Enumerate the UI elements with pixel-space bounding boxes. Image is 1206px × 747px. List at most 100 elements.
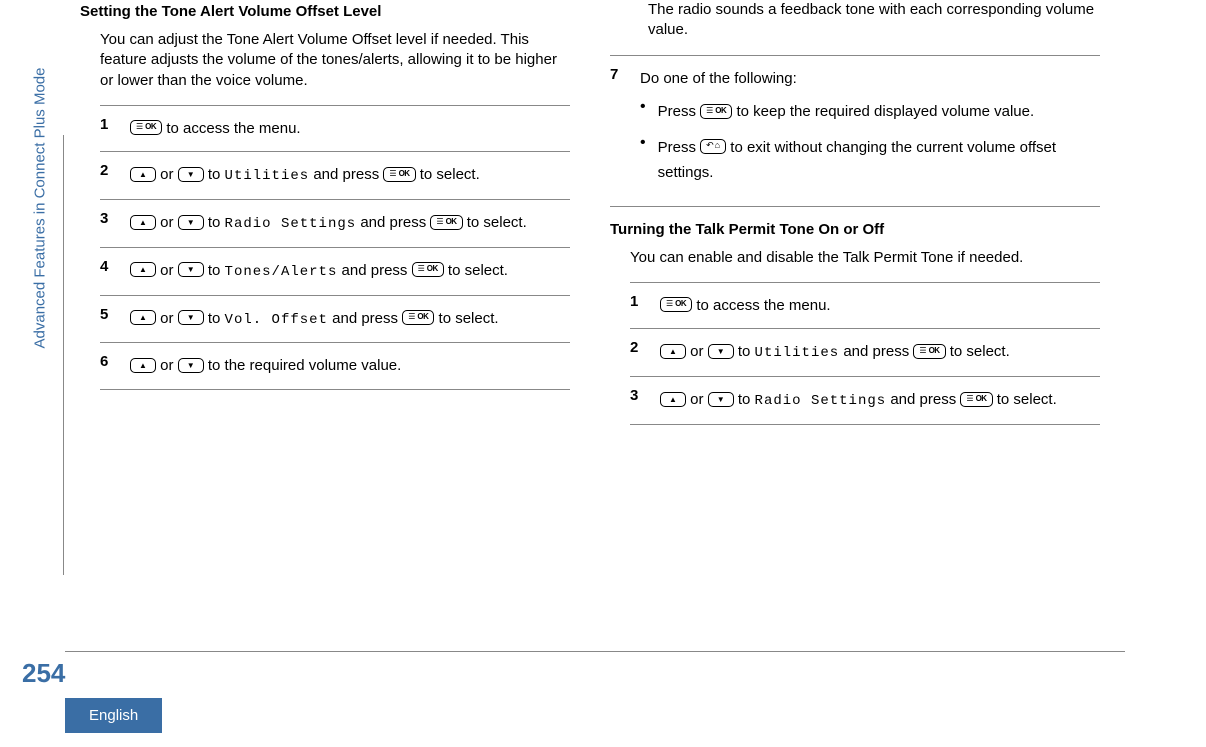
step-1: 1 to access the menu. <box>100 105 570 153</box>
step-body: to access the menu. <box>660 293 1100 319</box>
text-and-press: and press <box>356 214 430 231</box>
step-number: 2 <box>630 339 646 366</box>
step-tail: to the required volume value. <box>204 357 402 374</box>
bullet-list: • Press to keep the required displayed v… <box>640 99 1100 186</box>
page-number: 254 <box>22 658 65 689</box>
step-number: 6 <box>100 353 116 379</box>
text-to-select: to select. <box>434 310 498 327</box>
down-arrow-icon <box>178 167 204 182</box>
sidebar-chapter-label: Advanced Features in Connect Plus Mode <box>32 68 49 349</box>
step-text: to access the menu. <box>692 297 830 314</box>
step-number: 7 <box>610 66 626 196</box>
step-number: 3 <box>630 387 646 414</box>
sidebar-divider-line <box>63 135 64 575</box>
step-body: or to the required volume value. <box>130 353 570 379</box>
text-or: or <box>156 310 178 327</box>
step-3: 3 or to Radio Settings and press to sele… <box>630 377 1100 425</box>
step-list-right-bottom: 1 to access the menu. 2 or to Utilities … <box>630 282 1100 425</box>
text-and-press: and press <box>839 343 913 360</box>
bullet-dot-icon: • <box>640 135 646 186</box>
back-home-icon <box>700 139 726 154</box>
step-number: 3 <box>100 210 116 237</box>
bullet-item: • Press to exit without changing the cur… <box>640 135 1100 186</box>
step-2: 2 or to Utilities and press to select. <box>630 329 1100 377</box>
menu-ok-icon <box>130 120 162 135</box>
step-body: to access the menu. <box>130 116 570 142</box>
up-arrow-icon <box>660 392 686 407</box>
step-number: 5 <box>100 306 116 333</box>
intro-text: You can adjust the Tone Alert Volume Off… <box>100 30 570 91</box>
step-7: 7 Do one of the following: • Press to ke… <box>610 55 1100 207</box>
down-arrow-icon <box>178 262 204 277</box>
menu-ok-icon <box>913 344 945 359</box>
up-arrow-icon <box>130 262 156 277</box>
menu-ok-icon <box>412 262 444 277</box>
step-6: 6 or to the required volume value. <box>100 343 570 390</box>
menu-name: Utilities <box>755 345 840 361</box>
step-body: or to Utilities and press to select. <box>660 339 1100 366</box>
down-arrow-icon <box>708 344 734 359</box>
bullet-item: • Press to keep the required displayed v… <box>640 99 1100 125</box>
down-arrow-icon <box>178 310 204 325</box>
menu-ok-icon <box>700 104 732 119</box>
down-arrow-icon <box>708 392 734 407</box>
bullet-body: Press to exit without changing the curre… <box>658 135 1100 186</box>
step-body: or to Utilities and press to select. <box>130 162 570 189</box>
step-text: to access the menu. <box>162 120 300 137</box>
step-body: or to Radio Settings and press to select… <box>130 210 570 237</box>
up-arrow-icon <box>130 310 156 325</box>
text-or: or <box>156 166 178 183</box>
menu-name: Utilities <box>225 168 310 184</box>
up-arrow-icon <box>130 215 156 230</box>
down-arrow-icon <box>178 215 204 230</box>
up-arrow-icon <box>660 344 686 359</box>
text-or: or <box>156 262 178 279</box>
menu-name: Vol. Offset <box>225 312 328 328</box>
text-to-select: to select. <box>416 166 480 183</box>
text-and-press: and press <box>337 262 411 279</box>
step-body: or to Radio Settings and press to select… <box>660 387 1100 414</box>
left-column: Setting the Tone Alert Volume Offset Lev… <box>80 0 570 747</box>
text-to-select: to select. <box>946 343 1010 360</box>
text-and-press: and press <box>309 166 383 183</box>
step-1: 1 to access the menu. <box>630 282 1100 330</box>
text-and-press: and press <box>886 391 960 408</box>
step-number: 4 <box>100 258 116 285</box>
footer-rule <box>65 651 1125 652</box>
text-or: or <box>686 343 708 360</box>
bullet-body: Press to keep the required displayed vol… <box>658 99 1100 125</box>
section-title-talk-permit: Turning the Talk Permit Tone On or Off <box>610 221 1100 238</box>
text-to: to <box>204 262 225 279</box>
text-to-select: to select. <box>444 262 508 279</box>
menu-ok-icon <box>383 167 415 182</box>
right-column: The radio sounds a feedback tone with ea… <box>610 0 1100 747</box>
step-4: 4 or to Tones/Alerts and press to select… <box>100 248 570 296</box>
language-tab: English <box>65 698 162 733</box>
menu-name: Radio Settings <box>225 216 357 232</box>
step-body: or to Vol. Offset and press to select. <box>130 306 570 333</box>
sidebar: Advanced Features in Connect Plus Mode <box>0 0 80 747</box>
step-3: 3 or to Radio Settings and press to sele… <box>100 200 570 248</box>
text-to-select: to select. <box>993 391 1057 408</box>
menu-ok-icon <box>430 215 462 230</box>
bullet-tail: to keep the required displayed volume va… <box>732 103 1034 120</box>
text-press: Press <box>658 103 701 120</box>
text-or: or <box>686 391 708 408</box>
main-content: Setting the Tone Alert Volume Offset Lev… <box>80 0 1206 747</box>
step7-intro: Do one of the following: <box>640 70 797 87</box>
up-arrow-icon <box>130 358 156 373</box>
text-press: Press <box>658 139 701 156</box>
feedback-text: The radio sounds a feedback tone with ea… <box>648 0 1100 41</box>
section-title-volume-offset: Setting the Tone Alert Volume Offset Lev… <box>80 3 570 20</box>
text-to: to <box>204 166 225 183</box>
bullet-dot-icon: • <box>640 99 646 125</box>
text-or: or <box>156 357 178 374</box>
step-5: 5 or to Vol. Offset and press to select. <box>100 296 570 344</box>
menu-name: Tones/Alerts <box>225 264 338 280</box>
text-and-press: and press <box>328 310 402 327</box>
text-to: to <box>204 214 225 231</box>
menu-name: Radio Settings <box>755 393 887 409</box>
text-to-select: to select. <box>463 214 527 231</box>
down-arrow-icon <box>178 358 204 373</box>
menu-ok-icon <box>960 392 992 407</box>
